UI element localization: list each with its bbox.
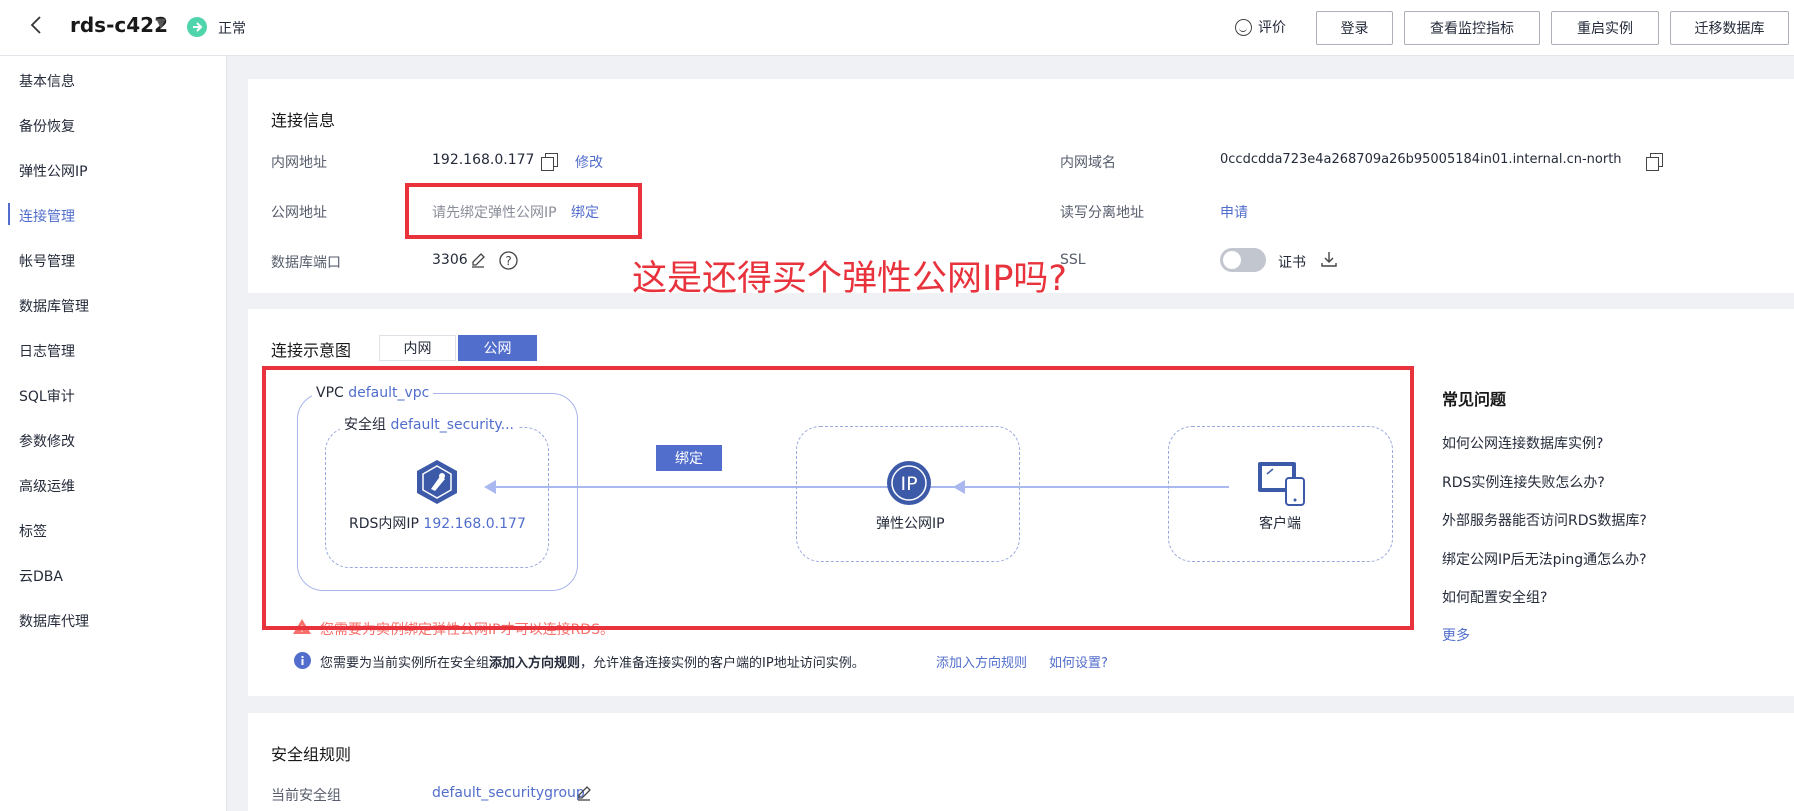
sidebar-item-db-proxy[interactable]: 数据库代理 (19, 611, 89, 631)
restart-button[interactable]: 重启实例 (1551, 11, 1659, 45)
sidebar-item-backup[interactable]: 备份恢复 (19, 116, 75, 136)
annotation-box-public-addr (405, 183, 642, 239)
caret-down-icon[interactable]: ▼ (156, 16, 166, 31)
connection-info-title: 连接信息 (271, 111, 336, 130)
current-sg-link[interactable]: default_securitygroup (432, 785, 585, 801)
faq-item[interactable]: RDS实例连接失败怎么办? (1442, 472, 1605, 492)
info-text-bold: 添加入方向规则 (489, 656, 581, 671)
faq-more-link[interactable]: 更多 (1442, 625, 1470, 645)
top-bar: rds-c422 ▼ 正常 评价 登录 查看监控指标 重启实例 迁移数据库 (0, 0, 1794, 56)
info-icon (294, 652, 311, 669)
sidebar-item-connection[interactable]: 连接管理 (19, 206, 75, 226)
rate-button[interactable]: 评价 (1235, 17, 1286, 37)
status-ok-icon (187, 17, 207, 37)
how-to-set-link[interactable]: 如何设置? (1049, 652, 1108, 671)
sidebar-item-advanced-ops[interactable]: 高级运维 (19, 476, 75, 496)
ssl-toggle[interactable] (1220, 248, 1266, 272)
sidebar-item-database[interactable]: 数据库管理 (19, 296, 89, 316)
sidebar: 基本信息 备份恢复 弹性公网IP 连接管理 帐号管理 数据库管理 日志管理 SQ… (0, 56, 227, 811)
domain-label: 内网域名 (1060, 155, 1116, 171)
faq-title: 常见问题 (1442, 390, 1507, 409)
add-rule-link[interactable]: 添加入方向规则 (936, 652, 1027, 671)
rw-apply-link[interactable]: 申请 (1220, 202, 1248, 222)
rate-label: 评价 (1258, 20, 1286, 36)
smile-icon (1235, 18, 1252, 36)
tab-public[interactable]: 公网 (458, 335, 537, 361)
sidebar-item-cloud-dba[interactable]: 云DBA (19, 566, 63, 586)
sidebar-item-account[interactable]: 帐号管理 (19, 251, 75, 271)
domain-value: 0ccdcdda723e4a268709a26b95005184in01.int… (1220, 152, 1622, 167)
edit-icon[interactable] (470, 252, 486, 268)
public-address-label: 公网地址 (271, 205, 327, 221)
sidebar-item-eip[interactable]: 弹性公网IP (19, 161, 88, 181)
annotation-box-diagram (262, 366, 1414, 630)
faq-item[interactable]: 外部服务器能否访问RDS数据库? (1442, 510, 1647, 530)
migrate-button[interactable]: 迁移数据库 (1670, 11, 1789, 45)
copy-icon[interactable] (541, 153, 558, 171)
copy-domain-icon[interactable] (1646, 153, 1663, 171)
sidebar-item-params[interactable]: 参数修改 (19, 431, 75, 451)
info-text-post: ，允许准备连接实例的客户端的IP地址访问实例。 (580, 656, 865, 671)
sidebar-item-sql-audit[interactable]: SQL审计 (19, 386, 75, 406)
diagram-title: 连接示意图 (271, 341, 352, 360)
db-port-label: 数据库端口 (271, 255, 341, 271)
private-address-value: 192.168.0.177 (432, 152, 535, 168)
login-button[interactable]: 登录 (1316, 11, 1393, 45)
download-icon[interactable] (1321, 251, 1337, 268)
info-text-pre: 您需要为当前实例所在安全组 (320, 656, 490, 671)
faq-item[interactable]: 如何公网连接数据库实例? (1442, 433, 1603, 453)
security-group-card: 安全组规则 当前安全组 default_securitygroup (248, 713, 1794, 811)
modify-link[interactable]: 修改 (575, 152, 603, 172)
current-sg-label: 当前安全组 (271, 788, 341, 804)
annotation-text: 这是还得买个弹性公网IP吗? (632, 259, 1068, 299)
tab-private[interactable]: 内网 (379, 335, 456, 361)
instance-title: rds-c422 (70, 13, 168, 37)
faq-item[interactable]: 如何配置安全组? (1442, 587, 1547, 607)
info-text: 您需要为当前实例所在安全组添加入方向规则，允许准备连接实例的客户端的IP地址访问… (320, 652, 865, 671)
sidebar-item-logs[interactable]: 日志管理 (19, 341, 75, 361)
help-icon[interactable]: ? (499, 251, 518, 270)
active-indicator (8, 203, 10, 225)
monitor-button[interactable]: 查看监控指标 (1404, 11, 1540, 45)
private-address-label: 内网地址 (271, 155, 327, 171)
faq-item[interactable]: 绑定公网IP后无法ping通怎么办? (1442, 549, 1647, 569)
cert-label: 证书 (1278, 255, 1306, 271)
db-port-value: 3306 (432, 252, 468, 268)
edit-sg-icon[interactable] (576, 785, 592, 801)
svg-text:?: ? (505, 254, 511, 268)
sidebar-item-tags[interactable]: 标签 (19, 521, 47, 541)
back-arrow-icon[interactable] (26, 14, 48, 36)
rw-split-label: 读写分离地址 (1060, 205, 1144, 221)
sidebar-item-basic-info[interactable]: 基本信息 (19, 71, 75, 91)
sg-rules-title: 安全组规则 (271, 745, 352, 764)
status-text: 正常 (218, 21, 246, 37)
